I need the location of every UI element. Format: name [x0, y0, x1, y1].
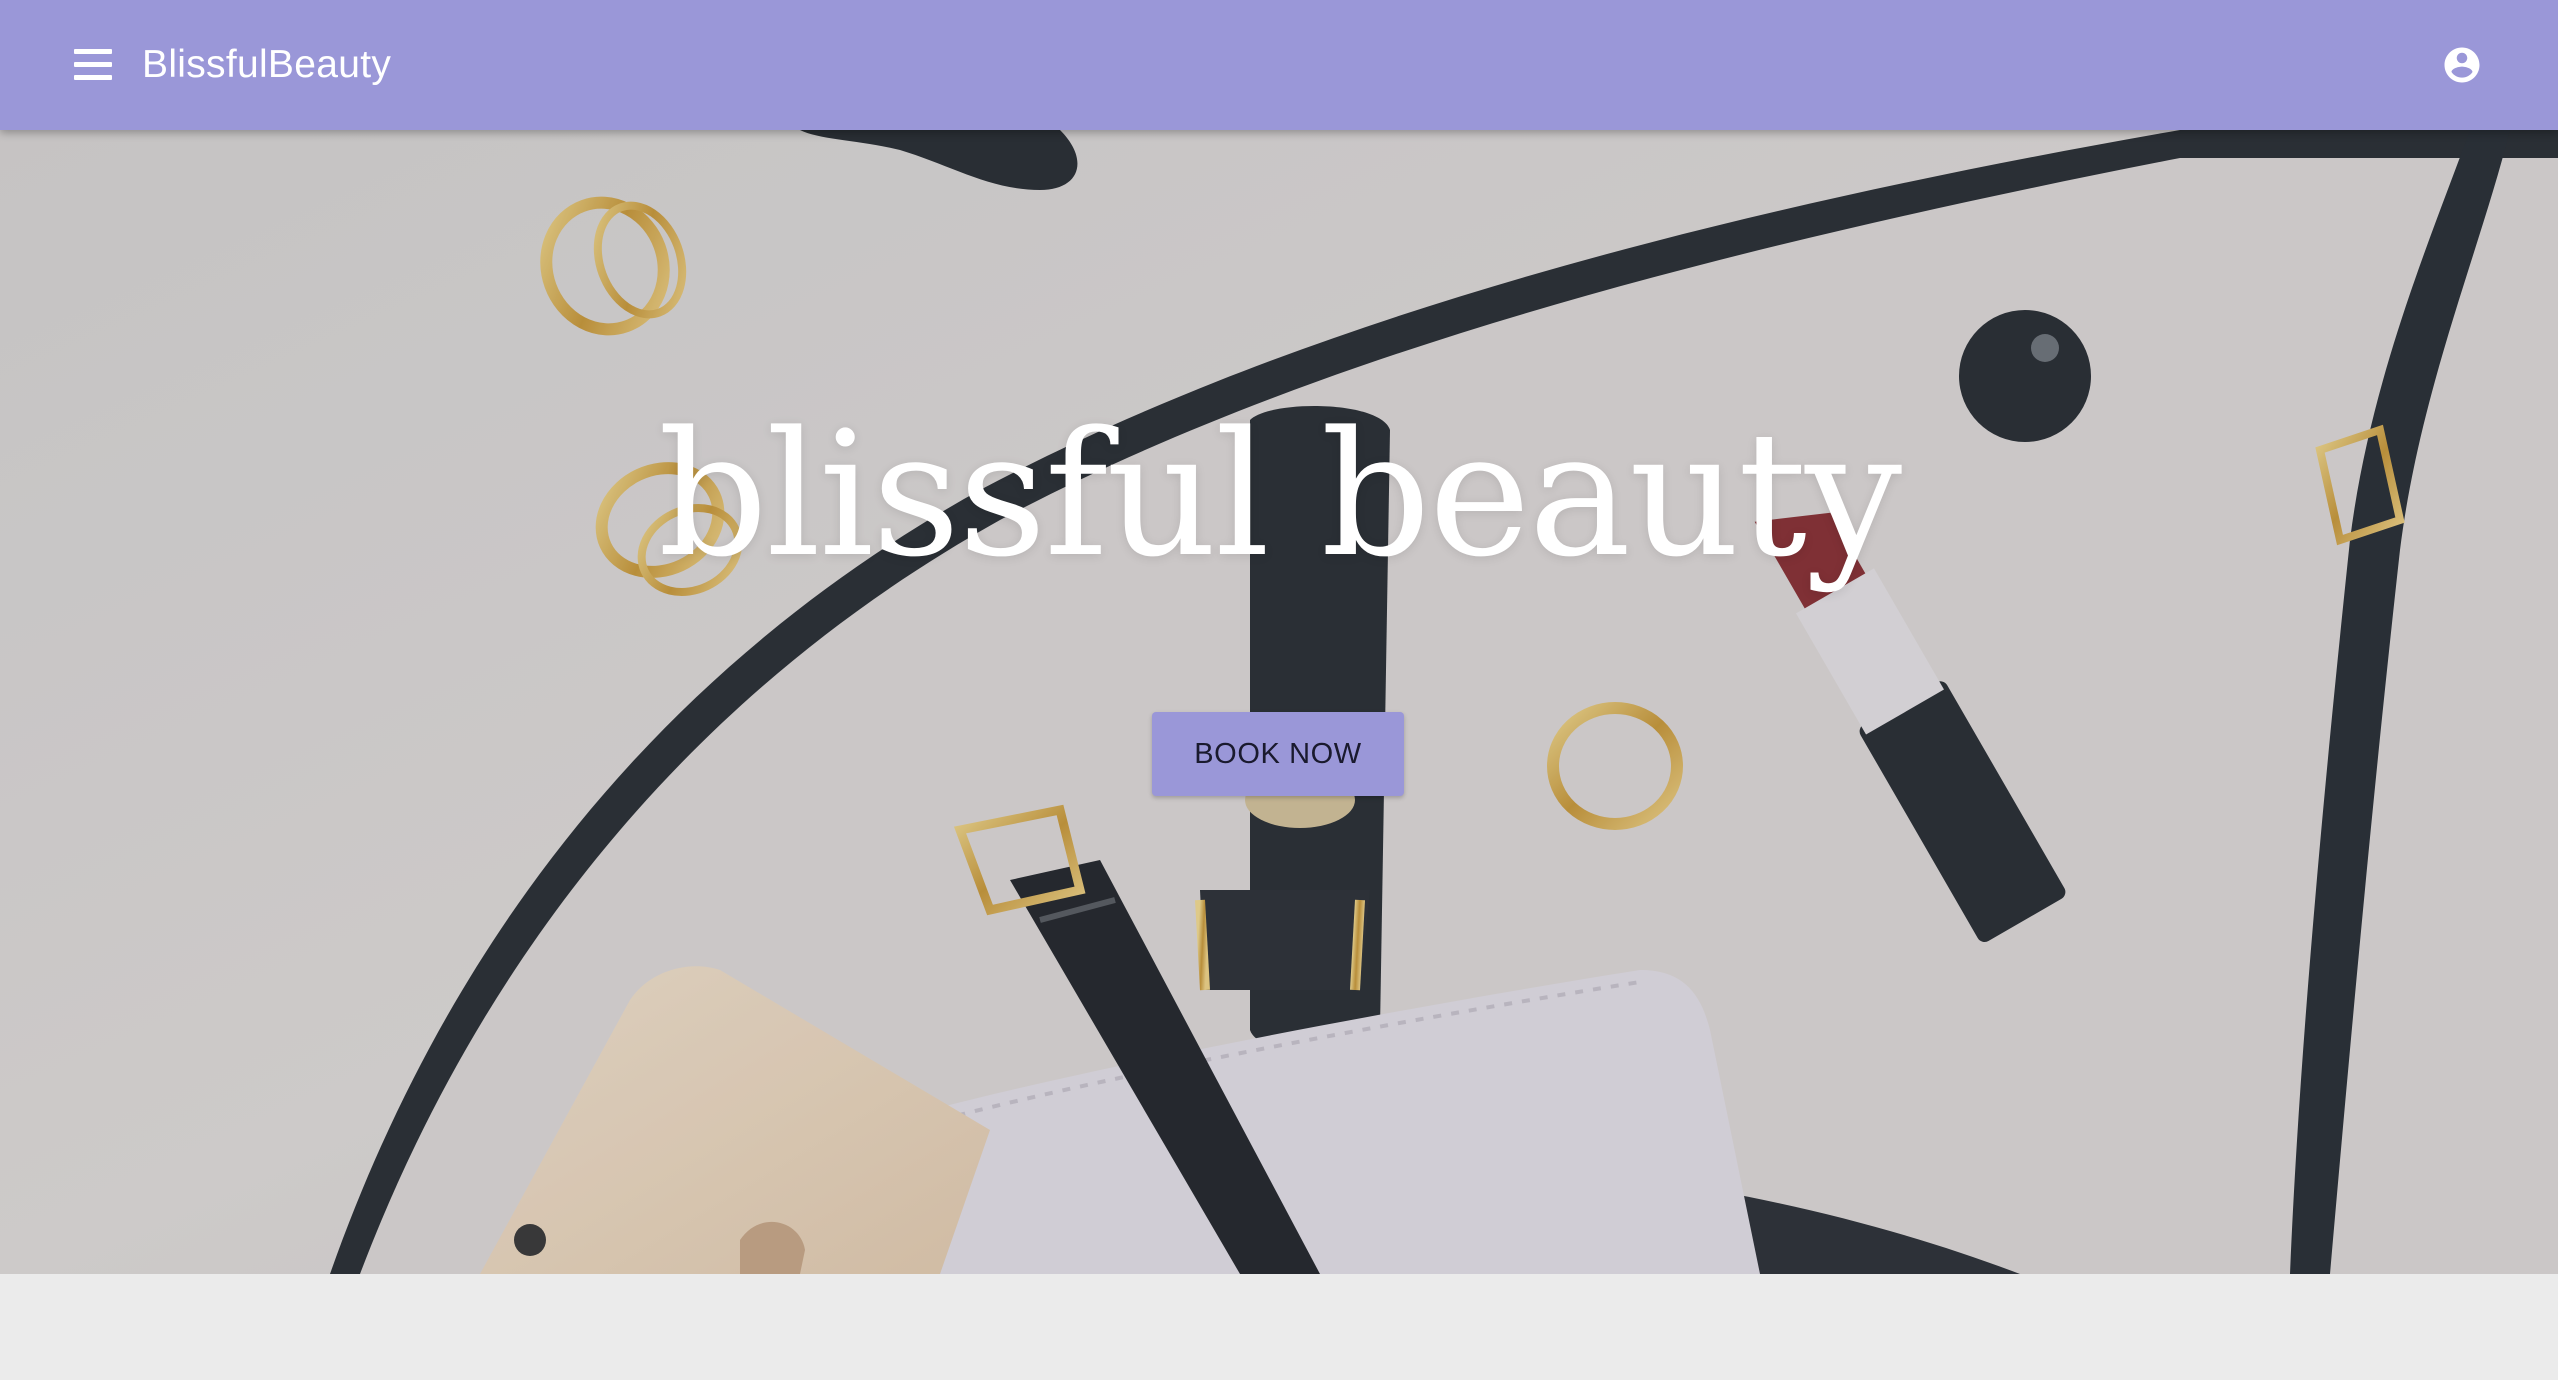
menu-button[interactable]	[66, 45, 122, 85]
hero-overlay	[0, 130, 2558, 1274]
app-bar: BlissfulBeauty	[0, 0, 2558, 130]
book-now-button[interactable]: BOOK NOW	[1152, 712, 1404, 796]
account-circle-icon	[2444, 47, 2480, 83]
brand-title[interactable]: BlissfulBeauty	[142, 38, 391, 92]
hero-section: blissful beauty BOOK NOW	[0, 130, 2558, 1274]
hero-title: blissful beauty	[657, 394, 1902, 595]
page-content-area	[0, 1274, 2558, 1380]
account-button[interactable]	[2441, 44, 2483, 86]
